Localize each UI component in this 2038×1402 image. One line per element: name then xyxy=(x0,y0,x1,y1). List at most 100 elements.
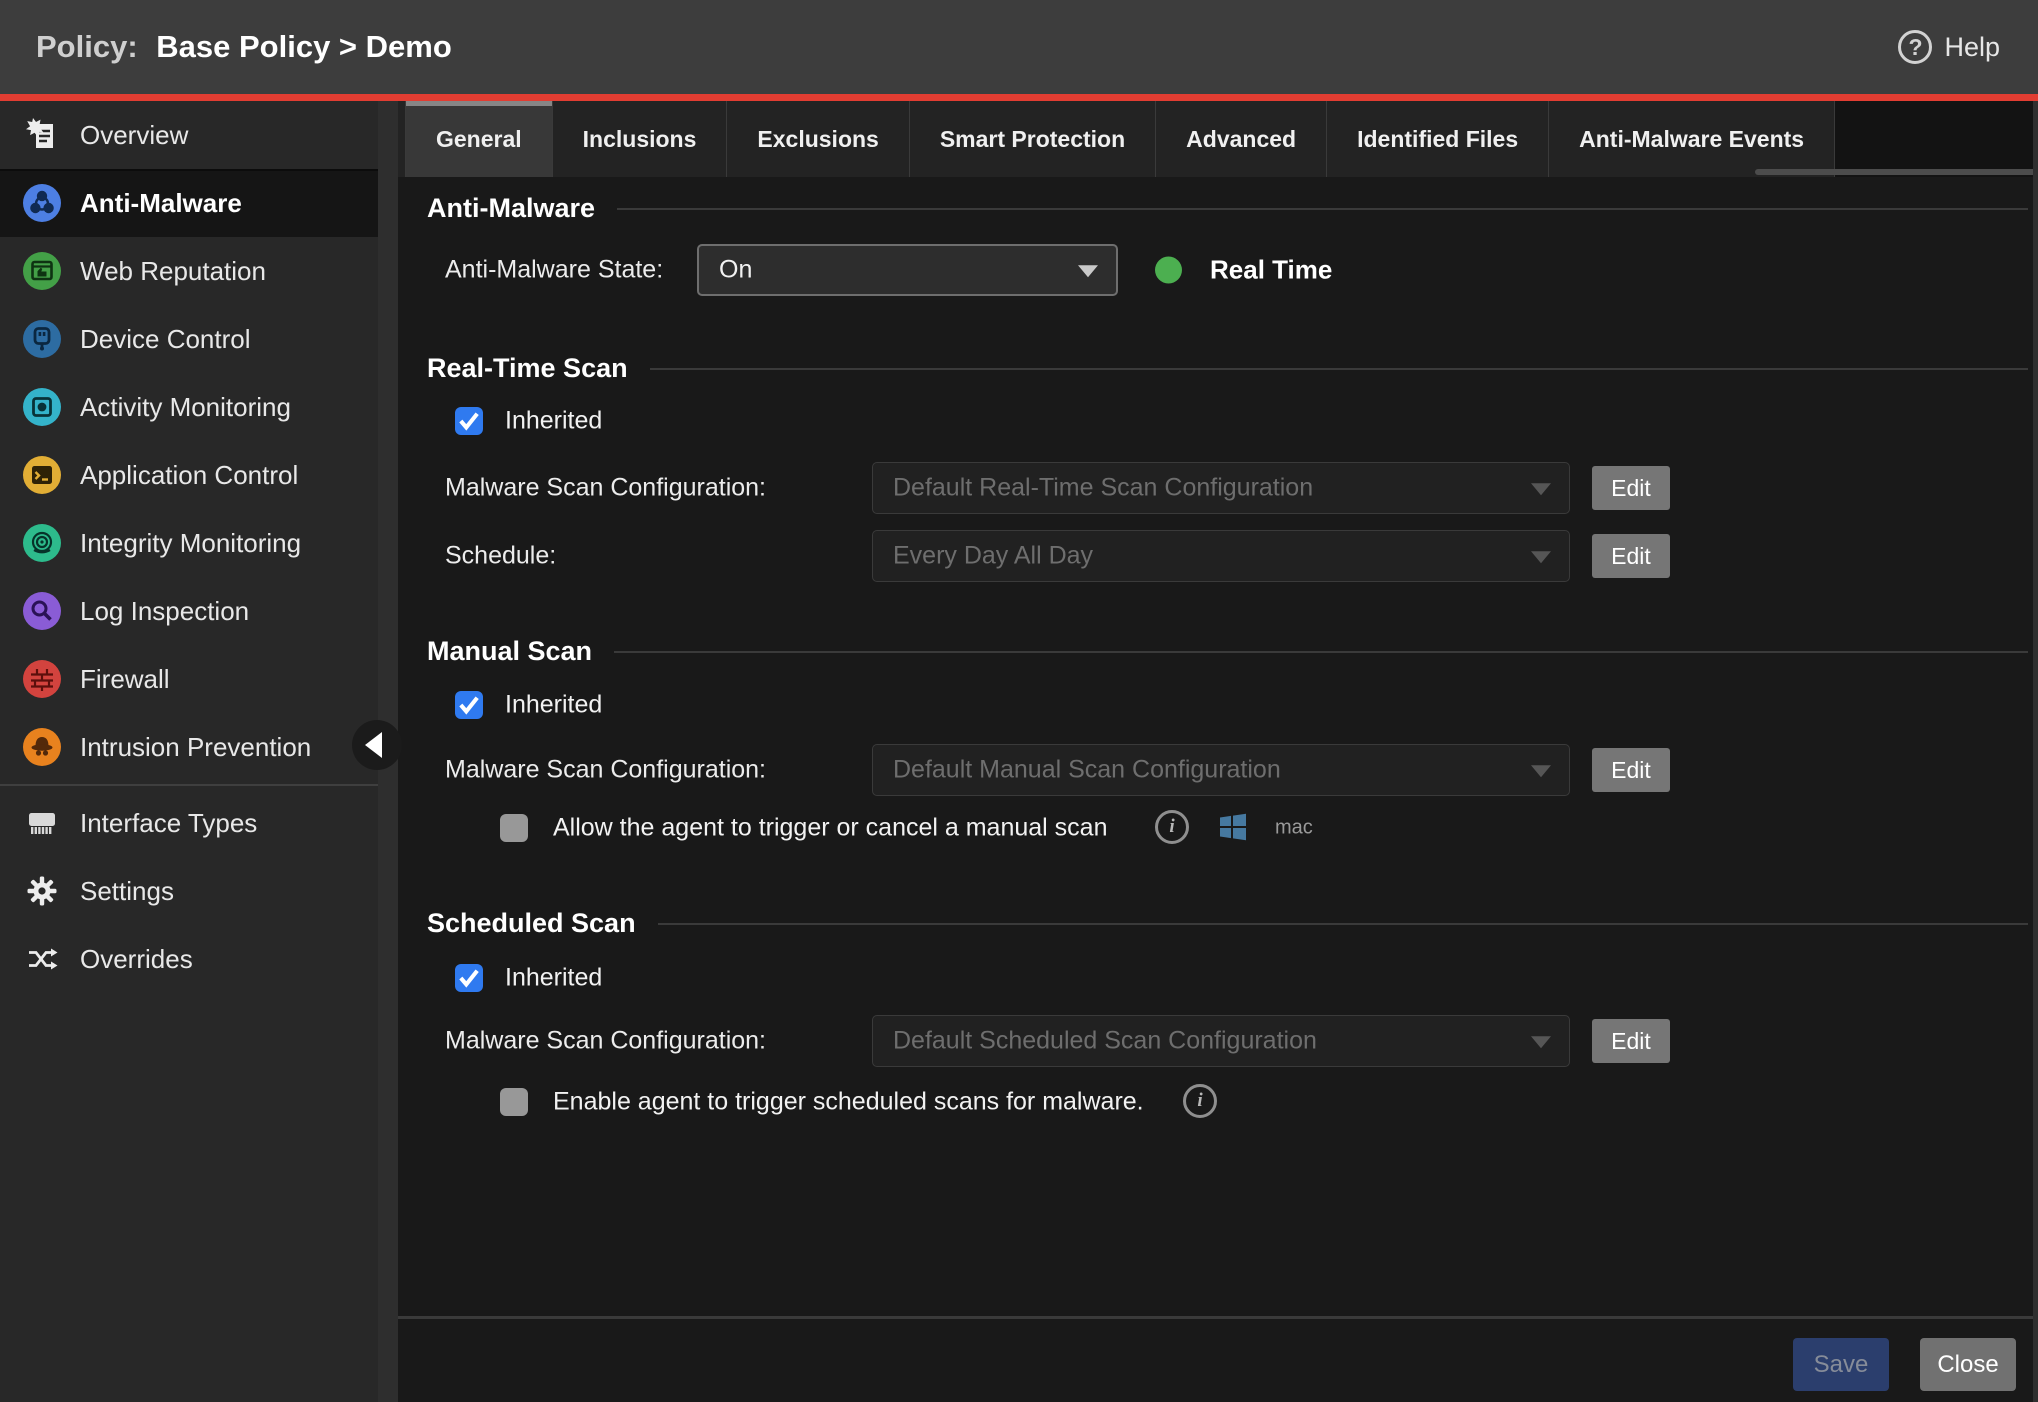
inherited-checkbox[interactable] xyxy=(455,964,483,992)
anti-malware-state-dropdown[interactable]: On xyxy=(697,244,1118,296)
allow-manual-scan-checkbox[interactable] xyxy=(500,814,528,842)
real-time-inherited-row: Inherited xyxy=(378,407,2038,435)
scheduled-enable-row: Enable agent to trigger scheduled scans … xyxy=(378,1088,2038,1116)
info-icon[interactable]: i xyxy=(1155,810,1189,844)
inherited-label: Inherited xyxy=(505,691,602,720)
sidebar-item-label: Anti-Malware xyxy=(80,188,242,219)
malware-scan-config-label: Malware Scan Configuration: xyxy=(445,756,766,785)
schedule-row: Schedule: Every Day All Day Edit xyxy=(378,530,2038,582)
sidebar-item-log-inspection[interactable]: Log Inspection xyxy=(0,577,378,645)
real-time-config-dropdown: Default Real-Time Scan Configuration xyxy=(872,462,1570,514)
sidebar-item-interface-types[interactable]: Interface Types xyxy=(0,789,378,857)
enable-scheduled-scan-label: Enable agent to trigger scheduled scans … xyxy=(553,1088,1144,1117)
window-scrollbar-track[interactable] xyxy=(2033,101,2038,1402)
inherited-checkbox[interactable] xyxy=(455,691,483,719)
mac-label: mac xyxy=(1275,817,1313,840)
chevron-down-icon xyxy=(1078,265,1098,277)
anti-malware-state-row: Anti-Malware State: On Real Time xyxy=(378,244,2038,296)
status-green-dot xyxy=(1155,257,1182,284)
page-title-path: Base Policy > Demo xyxy=(156,29,452,64)
sidebar-item-label: Integrity Monitoring xyxy=(80,528,301,559)
sidebar-item-label: Intrusion Prevention xyxy=(80,732,311,763)
chevron-down-icon xyxy=(1531,483,1551,495)
main-panel: General Inclusions Exclusions Smart Prot… xyxy=(378,101,2038,1402)
section-manual-scan-heading: Manual Scan xyxy=(427,636,2028,667)
tab-anti-malware-events[interactable]: Anti-Malware Events xyxy=(1549,101,1835,177)
edit-button[interactable]: Edit xyxy=(1592,534,1670,578)
dropdown-value: Every Day All Day xyxy=(893,542,1093,571)
sidebar-item-label: Interface Types xyxy=(80,808,257,839)
section-title: Manual Scan xyxy=(427,636,592,667)
dropdown-value: Default Manual Scan Configuration xyxy=(893,756,1281,785)
interface-types-icon xyxy=(20,801,64,845)
edit-button[interactable]: Edit xyxy=(1592,748,1670,792)
scheduled-config-row: Malware Scan Configuration: Default Sche… xyxy=(378,1015,2038,1067)
section-anti-malware-heading: Anti-Malware xyxy=(427,193,2028,224)
sidebar-nav: Overview Anti-Malware Web Reputation Dev… xyxy=(0,101,378,1402)
section-title: Real-Time Scan xyxy=(427,353,628,384)
sidebar-item-label: Settings xyxy=(80,876,174,907)
chevron-left-icon xyxy=(365,732,382,758)
sidebar-item-label: Log Inspection xyxy=(80,596,249,627)
tab-exclusions[interactable]: Exclusions xyxy=(727,101,909,177)
inherited-label: Inherited xyxy=(505,964,602,993)
sidebar-item-overrides[interactable]: Overrides xyxy=(0,925,378,993)
sidebar-item-device-control[interactable]: Device Control xyxy=(0,305,378,373)
inherited-label: Inherited xyxy=(505,407,602,436)
header-bar: Policy: Base Policy > Demo ? Help xyxy=(0,0,2038,94)
section-title: Anti-Malware xyxy=(427,193,595,224)
sidebar-item-application-control[interactable]: Application Control xyxy=(0,441,378,509)
policy-editor-window: Policy: Base Policy > Demo ? Help Overvi… xyxy=(0,0,2038,1402)
tab-scrollbar-thumb[interactable] xyxy=(1755,169,2038,175)
section-title: Scheduled Scan xyxy=(427,908,636,939)
tab-advanced[interactable]: Advanced xyxy=(1156,101,1327,177)
help-button[interactable]: ? Help xyxy=(1898,0,2000,94)
section-rule xyxy=(617,208,2028,210)
inherited-checkbox[interactable] xyxy=(455,407,483,435)
status-text: Real Time xyxy=(1210,255,1332,286)
tab-identified-files[interactable]: Identified Files xyxy=(1327,101,1549,177)
enable-scheduled-scan-checkbox[interactable] xyxy=(500,1088,528,1116)
firewall-icon xyxy=(20,657,64,701)
close-button[interactable]: Close xyxy=(1920,1338,2016,1391)
manual-allow-row: Allow the agent to trigger or cancel a m… xyxy=(378,814,2038,842)
info-icon[interactable]: i xyxy=(1183,1084,1217,1118)
edit-button[interactable]: Edit xyxy=(1592,1019,1670,1063)
sidebar-item-label: Activity Monitoring xyxy=(80,392,291,423)
log-inspection-icon xyxy=(20,589,64,633)
sidebar-item-integrity-monitoring[interactable]: Integrity Monitoring xyxy=(0,509,378,577)
anti-malware-state-label: Anti-Malware State: xyxy=(445,256,663,285)
manual-inherited-row: Inherited xyxy=(378,691,2038,719)
sidebar-item-label: Firewall xyxy=(80,664,170,695)
sidebar-item-settings[interactable]: Settings xyxy=(0,857,378,925)
tab-inclusions[interactable]: Inclusions xyxy=(553,101,728,177)
edit-button[interactable]: Edit xyxy=(1592,466,1670,510)
web-reputation-icon xyxy=(20,249,64,293)
intrusion-prevention-icon xyxy=(20,725,64,769)
sidebar-item-intrusion-prevention[interactable]: Intrusion Prevention xyxy=(0,713,378,781)
sidebar-item-label: Application Control xyxy=(80,460,298,491)
overview-icon xyxy=(20,113,64,157)
allow-manual-scan-label: Allow the agent to trigger or cancel a m… xyxy=(553,814,1107,843)
sidebar-item-overview[interactable]: Overview xyxy=(0,101,378,169)
sidebar-collapse-button[interactable] xyxy=(352,720,402,770)
tab-smart-protection[interactable]: Smart Protection xyxy=(910,101,1156,177)
sidebar-separator xyxy=(0,784,378,786)
application-control-icon xyxy=(20,453,64,497)
tab-general[interactable]: General xyxy=(405,101,553,177)
activity-monitoring-icon xyxy=(20,385,64,429)
sidebar-item-anti-malware[interactable]: Anti-Malware xyxy=(0,169,378,237)
sidebar-item-activity-monitoring[interactable]: Activity Monitoring xyxy=(0,373,378,441)
sidebar-item-web-reputation[interactable]: Web Reputation xyxy=(0,237,378,305)
settings-gear-icon xyxy=(20,869,64,913)
manual-config-row: Malware Scan Configuration: Default Manu… xyxy=(378,744,2038,796)
page-title-prefix: Policy: xyxy=(36,29,138,64)
save-button[interactable]: Save xyxy=(1793,1338,1889,1391)
sidebar-item-firewall[interactable]: Firewall xyxy=(0,645,378,713)
malware-scan-config-label: Malware Scan Configuration: xyxy=(445,1027,766,1056)
sidebar-item-label: Device Control xyxy=(80,324,251,355)
help-label: Help xyxy=(1944,32,2000,63)
section-rule xyxy=(658,923,2028,925)
integrity-monitoring-icon xyxy=(20,521,64,565)
general-tab-content: Anti-Malware Anti-Malware State: On Real… xyxy=(378,177,2038,1402)
